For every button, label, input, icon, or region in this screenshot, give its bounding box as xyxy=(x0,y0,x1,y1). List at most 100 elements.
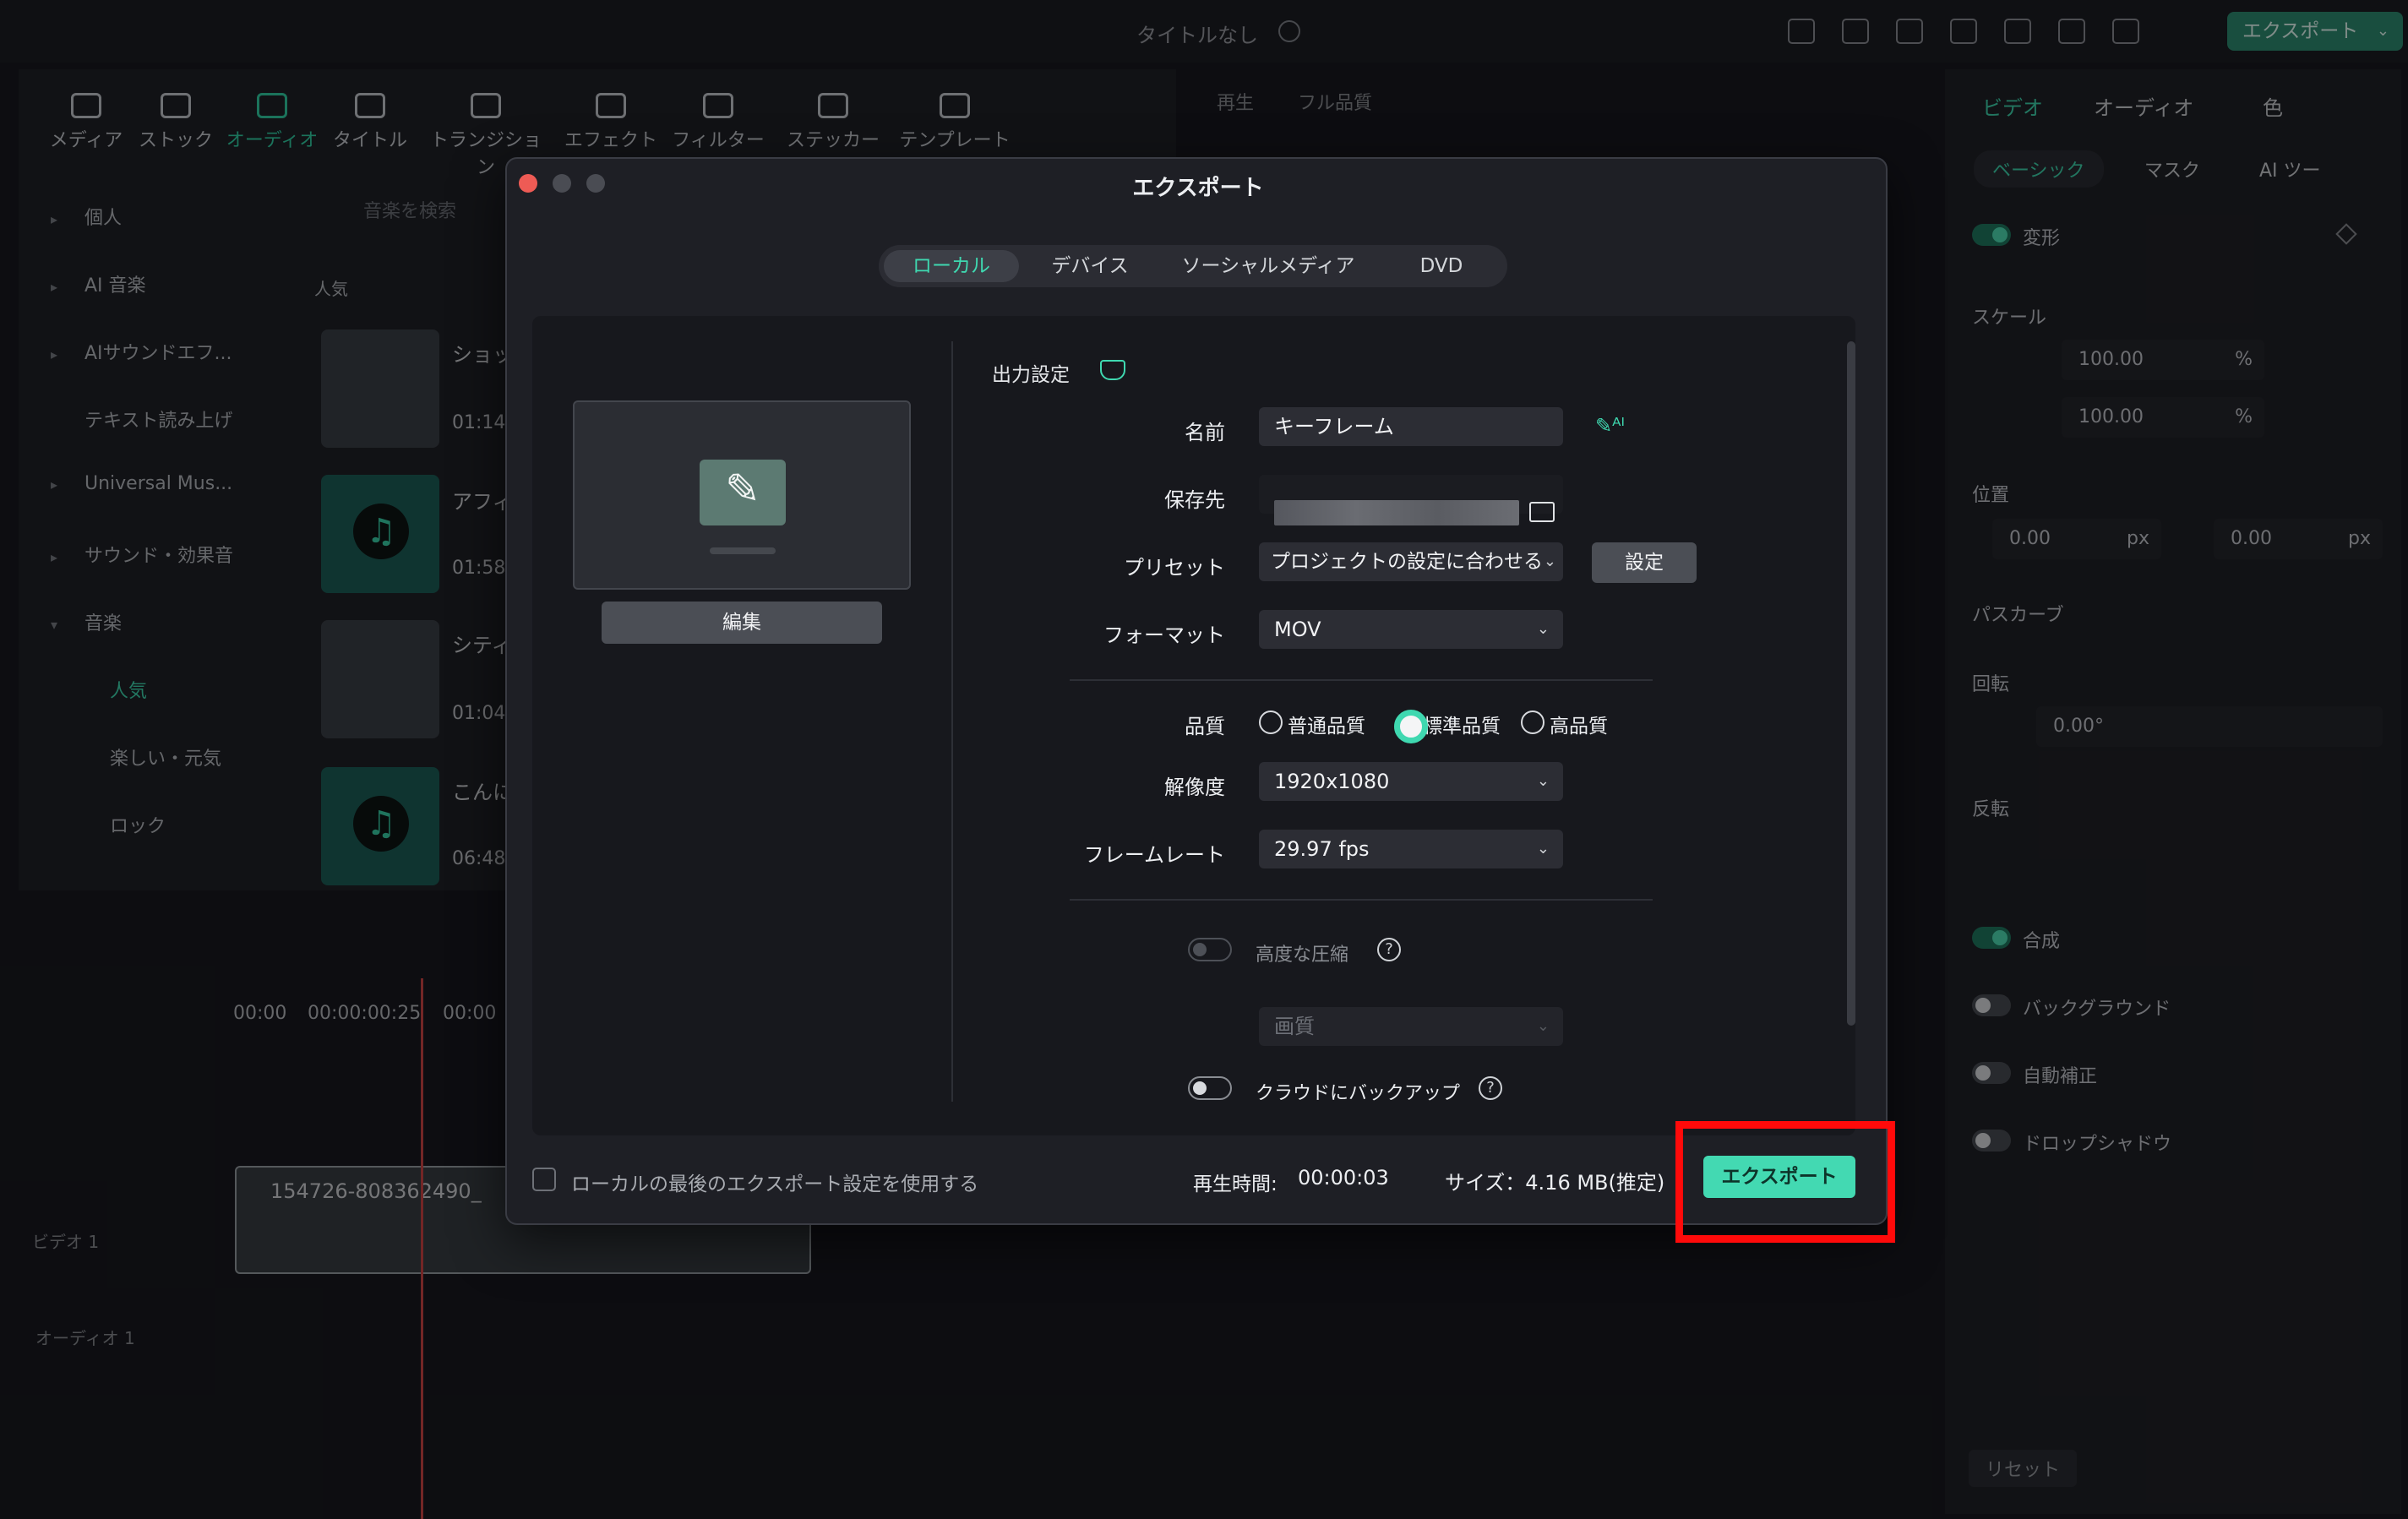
quality-select[interactable]: フル品質 xyxy=(1298,88,1372,115)
scale-y-value: 100.00 xyxy=(2078,406,2144,427)
transform-toggle[interactable] xyxy=(1972,224,2011,246)
media-title: シティ xyxy=(452,634,512,657)
framerate-select[interactable]: 29.97 fps ⌄ xyxy=(1259,830,1563,868)
quality-standard-radio[interactable]: 標準品質 xyxy=(1394,710,1501,743)
tab-label: オーディオ xyxy=(226,130,319,151)
advanced-compression-switch[interactable] xyxy=(1188,938,1232,961)
quality-high-radio[interactable]: 高品質 xyxy=(1521,710,1608,738)
format-select[interactable]: MOV ⌄ xyxy=(1259,610,1563,649)
scale-x-field[interactable]: 100.00% xyxy=(2062,340,2264,380)
sidebar-item-universal[interactable]: ▸ Universal Mus... xyxy=(51,473,232,494)
sidebar-item-label: 個人 xyxy=(84,208,123,229)
subtab-basic[interactable]: ベーシック xyxy=(1974,150,2104,188)
image-quality-value: 画質 xyxy=(1274,1015,1315,1038)
scale-y-field[interactable]: 100.00% xyxy=(2062,397,2264,438)
sidebar-item-fun[interactable]: 楽しい・元気 xyxy=(110,743,221,770)
background-toggle[interactable] xyxy=(1972,994,2011,1016)
tab-effects[interactable]: エフェクト xyxy=(560,93,662,152)
transition-icon xyxy=(471,93,501,118)
tab-stock[interactable]: ストック xyxy=(125,93,226,152)
media-time: 01:14 xyxy=(452,412,506,433)
sidebar-item-popular[interactable]: 人気 xyxy=(110,676,147,703)
rotation-field[interactable]: 0.00° xyxy=(2036,706,2383,747)
save-icon[interactable] xyxy=(1950,19,1977,44)
tab-filters[interactable]: フィルター xyxy=(667,93,769,152)
media-thumbnail[interactable] xyxy=(321,620,439,738)
tab-color[interactable]: 色 xyxy=(2263,91,2283,121)
tab-templates[interactable]: テンプレート xyxy=(887,93,1022,152)
top-export-button[interactable]: エクスポート ⌄ xyxy=(2227,12,2403,51)
send-icon[interactable] xyxy=(1788,19,1815,44)
path-curve-label: パスカーブ xyxy=(1972,605,2064,626)
sidebar-item-label: AIサウンドエフ... xyxy=(84,343,232,364)
sidebar-item-sound-effects[interactable]: ▸ サウンド・効果音 xyxy=(51,541,233,568)
use-last-settings-checkbox[interactable] xyxy=(532,1168,556,1191)
tab-social-media[interactable]: ソーシャルメディア xyxy=(1163,250,1374,282)
tab-video[interactable]: ビデオ xyxy=(1982,91,2043,121)
quality-normal-radio[interactable]: 普通品質 xyxy=(1259,710,1365,738)
help-icon[interactable]: ? xyxy=(1377,938,1401,961)
tab-dvd[interactable]: DVD xyxy=(1386,250,1497,282)
layout-icon[interactable] xyxy=(1896,19,1923,44)
subtab-ai-tools[interactable]: AI ツー xyxy=(2259,155,2321,182)
name-field[interactable]: キーフレーム xyxy=(1259,407,1563,446)
settings-scrollbar[interactable] xyxy=(1847,341,1855,1026)
search-input[interactable]: 音楽を検索 xyxy=(363,196,456,223)
tab-audio[interactable]: オーディオ xyxy=(221,93,323,152)
drop-shadow-toggle[interactable] xyxy=(1972,1130,2011,1152)
ai-rename-icon[interactable]: ✎ᴬᴵ xyxy=(1595,414,1631,439)
dialog-title: エクスポート xyxy=(1132,176,1264,201)
preset-select[interactable]: プロジェクトの設定に合わせる ⌄ xyxy=(1259,542,1563,581)
render-icon[interactable] xyxy=(1842,19,1869,44)
sidebar-item-personal[interactable]: ▸ 個人 xyxy=(51,203,122,230)
sidebar-item-rock[interactable]: ロック xyxy=(110,811,166,838)
auto-correct-toggle[interactable] xyxy=(1972,1062,2011,1084)
subtab-mask[interactable]: マスク xyxy=(2144,155,2200,182)
help-icon[interactable]: ? xyxy=(1479,1076,1502,1100)
sidebar-item-music[interactable]: ▾ 音楽 xyxy=(51,608,122,635)
playhead[interactable] xyxy=(421,978,423,1519)
tab-titles[interactable]: タイトル xyxy=(319,93,421,152)
app-window: タイトルなし エクスポート ⌄ メディア ストック オーディオ タイトル トラン… xyxy=(0,0,2408,1519)
cloud-backup-label: クラウドにバックアップ xyxy=(1256,1083,1461,1104)
export-thumbnail xyxy=(573,400,911,590)
position-y-field[interactable]: 0.00 px xyxy=(2214,519,2383,559)
tab-media[interactable]: メディア xyxy=(35,93,137,152)
tab-local[interactable]: ローカル xyxy=(884,250,1019,282)
timeline-time: 00:00 xyxy=(233,1003,287,1024)
advanced-compression-label: 高度な圧縮 xyxy=(1256,945,1349,966)
media-time: 06:48 xyxy=(452,848,506,869)
folder-icon[interactable] xyxy=(1529,502,1555,522)
reset-button[interactable]: リセット xyxy=(1969,1450,2078,1487)
sidebar-item-tts[interactable]: テキスト読み上げ xyxy=(51,406,232,433)
tab-stickers[interactable]: ステッカー xyxy=(774,93,892,152)
composite-toggle[interactable] xyxy=(1972,927,2011,949)
preset-settings-button[interactable]: 設定 xyxy=(1592,542,1697,583)
timeline-time: 00:00 xyxy=(443,1003,497,1024)
rotation-value: 0.00° xyxy=(2053,716,2104,737)
chevron-down-icon: ⌄ xyxy=(1536,840,1550,858)
sidebar-item-ai-music[interactable]: ▸ AI 音楽 xyxy=(51,270,146,297)
tab-device[interactable]: デバイス xyxy=(1031,250,1149,282)
cloud-backup-switch[interactable] xyxy=(1188,1076,1232,1100)
media-thumbnail[interactable] xyxy=(321,475,439,593)
graduation-cap-icon[interactable] xyxy=(1100,360,1125,380)
edit-thumbnail-button[interactable]: 編集 xyxy=(602,602,882,644)
sidebar-item-ai-sfx[interactable]: ▸ AIサウンドエフ... xyxy=(51,338,232,365)
video-track-label: ビデオ 1 xyxy=(32,1232,100,1252)
headset-icon[interactable] xyxy=(2058,19,2085,44)
resolution-select[interactable]: 1920x1080 ⌄ xyxy=(1259,762,1563,801)
unit: px xyxy=(2348,528,2371,549)
position-x-field[interactable]: 0.00 px xyxy=(1992,519,2161,559)
media-thumbnail[interactable] xyxy=(321,767,439,885)
chevron-down-icon: ⌄ xyxy=(1536,772,1550,790)
apps-icon[interactable] xyxy=(2112,19,2139,44)
tab-audio-props[interactable]: オーディオ xyxy=(2094,91,2193,121)
media-thumbnail[interactable] xyxy=(321,329,439,448)
export-target-tabs: ローカル デバイス ソーシャルメディア DVD xyxy=(879,245,1507,287)
cloud-icon[interactable] xyxy=(2004,19,2031,44)
sidebar-item-label: 音楽 xyxy=(84,613,123,634)
highlight-box xyxy=(1675,1121,1895,1243)
name-value: キーフレーム xyxy=(1274,415,1394,438)
divider xyxy=(1070,899,1653,901)
